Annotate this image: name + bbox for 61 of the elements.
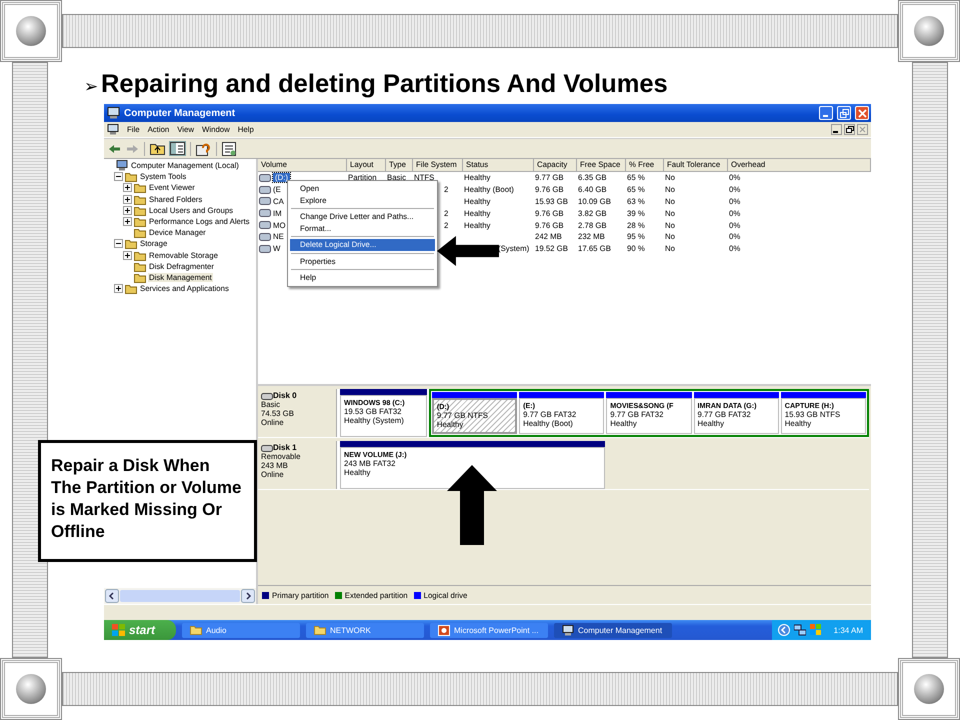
expand-icon[interactable] (123, 183, 132, 192)
expand-icon[interactable] (123, 250, 132, 260)
drive-icon (259, 209, 271, 218)
drive-icon (259, 221, 271, 230)
expand-icon[interactable] (123, 194, 132, 204)
folder-icon (134, 182, 146, 194)
folder-icon (125, 283, 137, 294)
help-icon[interactable] (196, 142, 211, 156)
restore-icon (846, 126, 854, 133)
drive-icon (259, 197, 271, 206)
slides-icon (438, 624, 450, 636)
close-icon (859, 126, 866, 133)
computer-icon (107, 124, 119, 135)
disk-name: Disk 0 (273, 391, 297, 400)
scroll-right-icon[interactable] (241, 589, 255, 603)
tree-toggle-icon[interactable] (170, 142, 185, 155)
drive-icon (259, 174, 271, 182)
taskbar-button[interactable]: Audio (182, 622, 300, 638)
drive-icon (259, 186, 271, 194)
drive-icon (259, 232, 271, 241)
expand-icon[interactable] (123, 206, 132, 215)
computer-icon (116, 160, 128, 172)
folder-icon (134, 194, 146, 205)
folder-icon (134, 260, 146, 272)
folder-icon (314, 625, 326, 635)
folder-icon (125, 171, 137, 182)
taskbar-button[interactable]: NETWORK (306, 622, 424, 638)
expand-icon[interactable] (114, 284, 123, 294)
back-icon[interactable] (108, 144, 121, 154)
taskbar-button[interactable]: Computer Management (554, 622, 672, 638)
callout-text: Repair a Disk When The Partition or Volume is Marked Missing Or Offline (38, 440, 257, 562)
arrow-icon (447, 465, 497, 545)
folder-icon (190, 625, 202, 635)
computer-icon (107, 107, 120, 119)
bullet: ➢ (84, 76, 98, 97)
expand-icon[interactable] (123, 217, 132, 226)
collapse-icon[interactable] (114, 172, 123, 182)
folder-icon (125, 238, 137, 250)
minimize-button[interactable] (831, 124, 842, 135)
computer-icon (562, 624, 574, 636)
taskbar-button[interactable]: Microsoft PowerPoint ... (430, 622, 548, 638)
properties-icon[interactable] (222, 142, 237, 156)
folder-icon (134, 272, 146, 283)
collapse-icon[interactable] (114, 239, 123, 248)
close-icon (858, 108, 866, 118)
folder-icon (134, 216, 146, 228)
network-icon[interactable] (794, 624, 806, 636)
drive-icon (259, 244, 271, 253)
folder-icon (134, 227, 146, 238)
windows-logo-icon (112, 624, 125, 636)
restore-button[interactable] (844, 124, 855, 135)
scrollbar[interactable] (104, 588, 256, 604)
disk-name: Disk 1 (273, 443, 297, 452)
folder-up-icon[interactable] (150, 142, 165, 155)
slide-title: Repairing and deleting Partitions And Volumes (101, 70, 668, 99)
arrow-icon (437, 236, 499, 266)
folder-icon (134, 204, 146, 216)
window-title: Computer Management (124, 108, 236, 118)
clock: 1:34 AM (834, 626, 863, 634)
folder-icon (134, 250, 146, 261)
scroll-left-icon[interactable] (105, 589, 119, 603)
